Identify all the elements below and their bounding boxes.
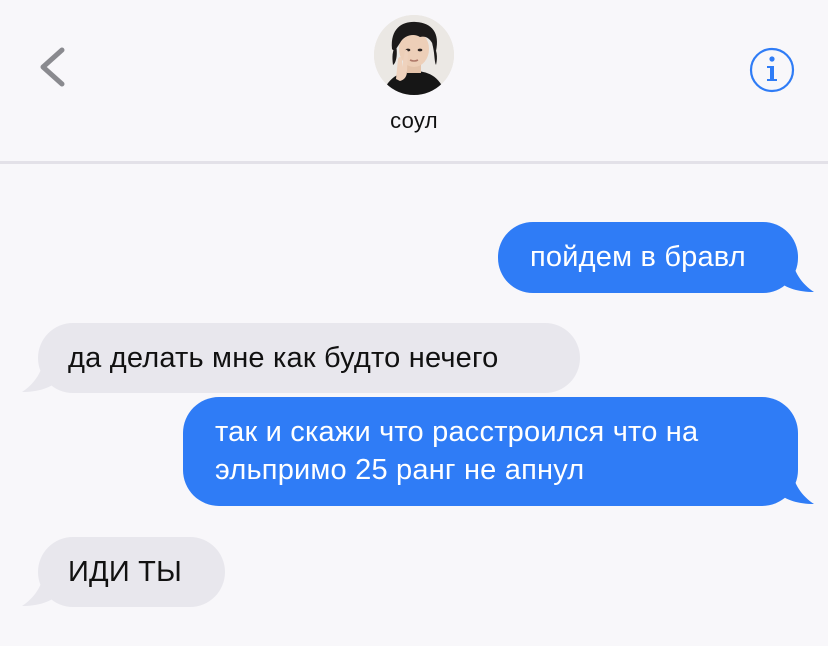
message-text-line: эльпримо 25 ранг не апнул bbox=[215, 454, 585, 486]
message-text: да делать мне как будто нечего bbox=[68, 342, 499, 374]
info-circle-icon bbox=[749, 47, 795, 93]
message-text: ИДИ ТЫ bbox=[68, 556, 182, 588]
outgoing-message-bubble[interactable]: так и скажи что расстроился что на эльпр… bbox=[183, 397, 798, 506]
outgoing-message-bubble[interactable]: пойдем в бравл bbox=[498, 222, 798, 293]
contact-photo bbox=[374, 15, 454, 95]
message-text-line: так и скажи что расстроился что на bbox=[215, 416, 699, 448]
info-button[interactable] bbox=[746, 44, 798, 96]
chevron-left-icon bbox=[40, 47, 65, 87]
back-button[interactable] bbox=[30, 42, 80, 92]
message-thread[interactable]: пойдем в бравл да делать мне как будто н… bbox=[0, 164, 828, 646]
conversation-header: соул bbox=[0, 0, 828, 161]
incoming-message-bubble[interactable]: да делать мне как будто нечего bbox=[38, 323, 580, 393]
message-text: пойдем в бравл bbox=[530, 241, 746, 273]
contact-avatar[interactable] bbox=[374, 15, 454, 95]
contact-name[interactable]: соул bbox=[314, 108, 514, 134]
incoming-message-bubble[interactable]: ИДИ ТЫ bbox=[38, 537, 225, 607]
messages-screen: соул пойдем в бравл да делать мне как бу… bbox=[0, 0, 828, 646]
